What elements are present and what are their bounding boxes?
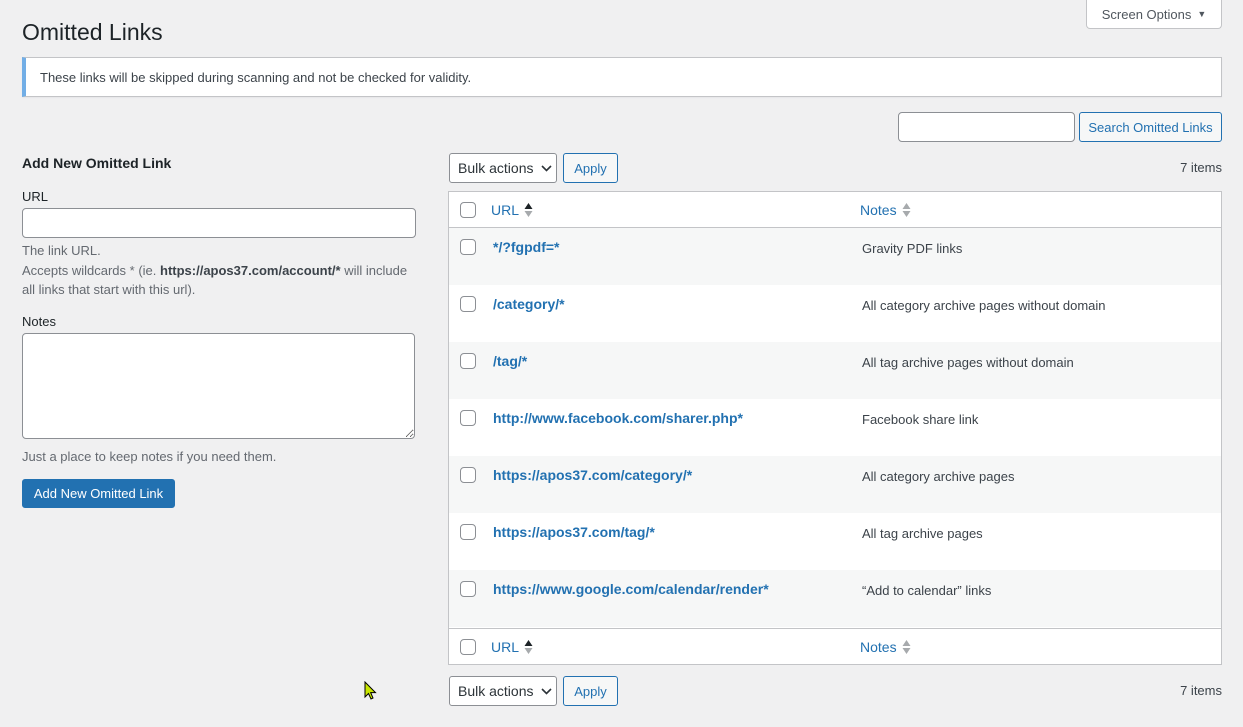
- row-checkbox[interactable]: [460, 410, 476, 426]
- sort-icon: [902, 639, 911, 655]
- notice-text: These links will be skipped during scann…: [40, 69, 472, 85]
- row-notes: “Add to calendar” links: [862, 583, 992, 598]
- sort-by-notes[interactable]: Notes: [860, 202, 911, 218]
- table-row: /tag/* All tag archive pages without dom…: [449, 342, 1221, 399]
- page-title: Omitted Links: [22, 19, 163, 45]
- notes-textarea[interactable]: [22, 333, 415, 439]
- table-row: https://apos37.com/tag/* All tag archive…: [449, 513, 1221, 570]
- sort-asc-icon: [524, 202, 533, 218]
- url-label: URL: [22, 189, 49, 204]
- notes-help-text: Just a place to keep notes if you need t…: [22, 449, 277, 464]
- select-all-checkbox[interactable]: [460, 201, 476, 218]
- search-omitted-links-button[interactable]: Search Omitted Links: [1079, 112, 1222, 142]
- table-row: https://apos37.com/category/* All catego…: [449, 456, 1221, 513]
- apply-button-bottom[interactable]: Apply: [563, 676, 618, 706]
- items-count-top: 7 items: [1180, 160, 1222, 175]
- chevron-down-icon: [541, 687, 553, 695]
- row-url-link[interactable]: */?fgpdf=*: [493, 239, 560, 255]
- notes-label: Notes: [22, 314, 56, 329]
- url-help-line2: Accepts wildcards * (ie. https://apos37.…: [22, 262, 408, 298]
- row-checkbox[interactable]: [460, 296, 476, 312]
- row-checkbox[interactable]: [460, 239, 476, 255]
- caret-down-icon: ▼: [1197, 9, 1207, 19]
- row-notes: All tag archive pages without domain: [862, 355, 1074, 370]
- bulk-actions-select-top[interactable]: Bulk actions: [449, 153, 557, 183]
- mouse-cursor-icon: [364, 681, 377, 700]
- row-url-link[interactable]: /category/*: [493, 296, 565, 312]
- screen-options-button[interactable]: Screen Options ▼: [1086, 0, 1222, 29]
- chevron-down-icon: [541, 164, 553, 172]
- items-count-bottom: 7 items: [1180, 683, 1222, 698]
- row-notes: Gravity PDF links: [862, 241, 963, 256]
- row-url-link[interactable]: https://apos37.com/category/*: [493, 467, 692, 483]
- sort-by-url[interactable]: URL: [491, 202, 533, 218]
- sort-icon: [902, 202, 911, 218]
- row-notes: All tag archive pages: [862, 526, 983, 541]
- row-url-link[interactable]: https://www.google.com/calendar/render*: [493, 581, 769, 597]
- apply-button-top[interactable]: Apply: [563, 153, 618, 183]
- bulk-actions-select-bottom[interactable]: Bulk actions: [449, 676, 557, 706]
- omitted-links-table: URL Notes */?fgpdf=* Gravity PDF links /…: [448, 191, 1222, 665]
- row-notes: All category archive pages: [862, 469, 1015, 484]
- url-help-example: https://apos37.com/account/*: [160, 262, 341, 278]
- row-url-link[interactable]: https://apos37.com/tag/*: [493, 524, 655, 540]
- screen-options-label: Screen Options: [1101, 6, 1192, 22]
- table-body: */?fgpdf=* Gravity PDF links /category/*…: [449, 228, 1221, 627]
- select-all-checkbox-footer[interactable]: [460, 638, 476, 655]
- url-input[interactable]: [22, 208, 416, 238]
- url-help-text: The link URL. Accepts wildcards * (ie. h…: [22, 241, 422, 300]
- bulk-actions-label: Bulk actions: [458, 160, 534, 176]
- row-url-link[interactable]: /tag/*: [493, 353, 527, 369]
- row-notes: Facebook share link: [862, 412, 979, 427]
- url-help-line1: The link URL.: [22, 243, 101, 258]
- table-row: https://www.google.com/calendar/render* …: [449, 570, 1221, 627]
- sort-asc-icon: [524, 639, 533, 655]
- row-checkbox[interactable]: [460, 467, 476, 483]
- table-row: http://www.facebook.com/sharer.php* Face…: [449, 399, 1221, 456]
- row-url-link[interactable]: http://www.facebook.com/sharer.php*: [493, 410, 743, 426]
- row-checkbox[interactable]: [460, 353, 476, 369]
- table-row: */?fgpdf=* Gravity PDF links: [449, 228, 1221, 285]
- table-row: /category/* All category archive pages w…: [449, 285, 1221, 342]
- info-notice: These links will be skipped during scann…: [22, 57, 1222, 97]
- row-notes: All category archive pages without domai…: [862, 298, 1106, 313]
- row-checkbox[interactable]: [460, 524, 476, 540]
- row-checkbox[interactable]: [460, 581, 476, 597]
- search-input[interactable]: [898, 112, 1075, 142]
- add-form-title: Add New Omitted Link: [22, 155, 172, 171]
- table-header: URL Notes: [449, 192, 1221, 228]
- sort-by-url-footer[interactable]: URL: [491, 639, 533, 655]
- add-new-omitted-link-button[interactable]: Add New Omitted Link: [22, 479, 175, 508]
- bulk-actions-label: Bulk actions: [458, 683, 534, 699]
- sort-by-notes-footer[interactable]: Notes: [860, 639, 911, 655]
- table-footer: URL Notes: [449, 628, 1221, 664]
